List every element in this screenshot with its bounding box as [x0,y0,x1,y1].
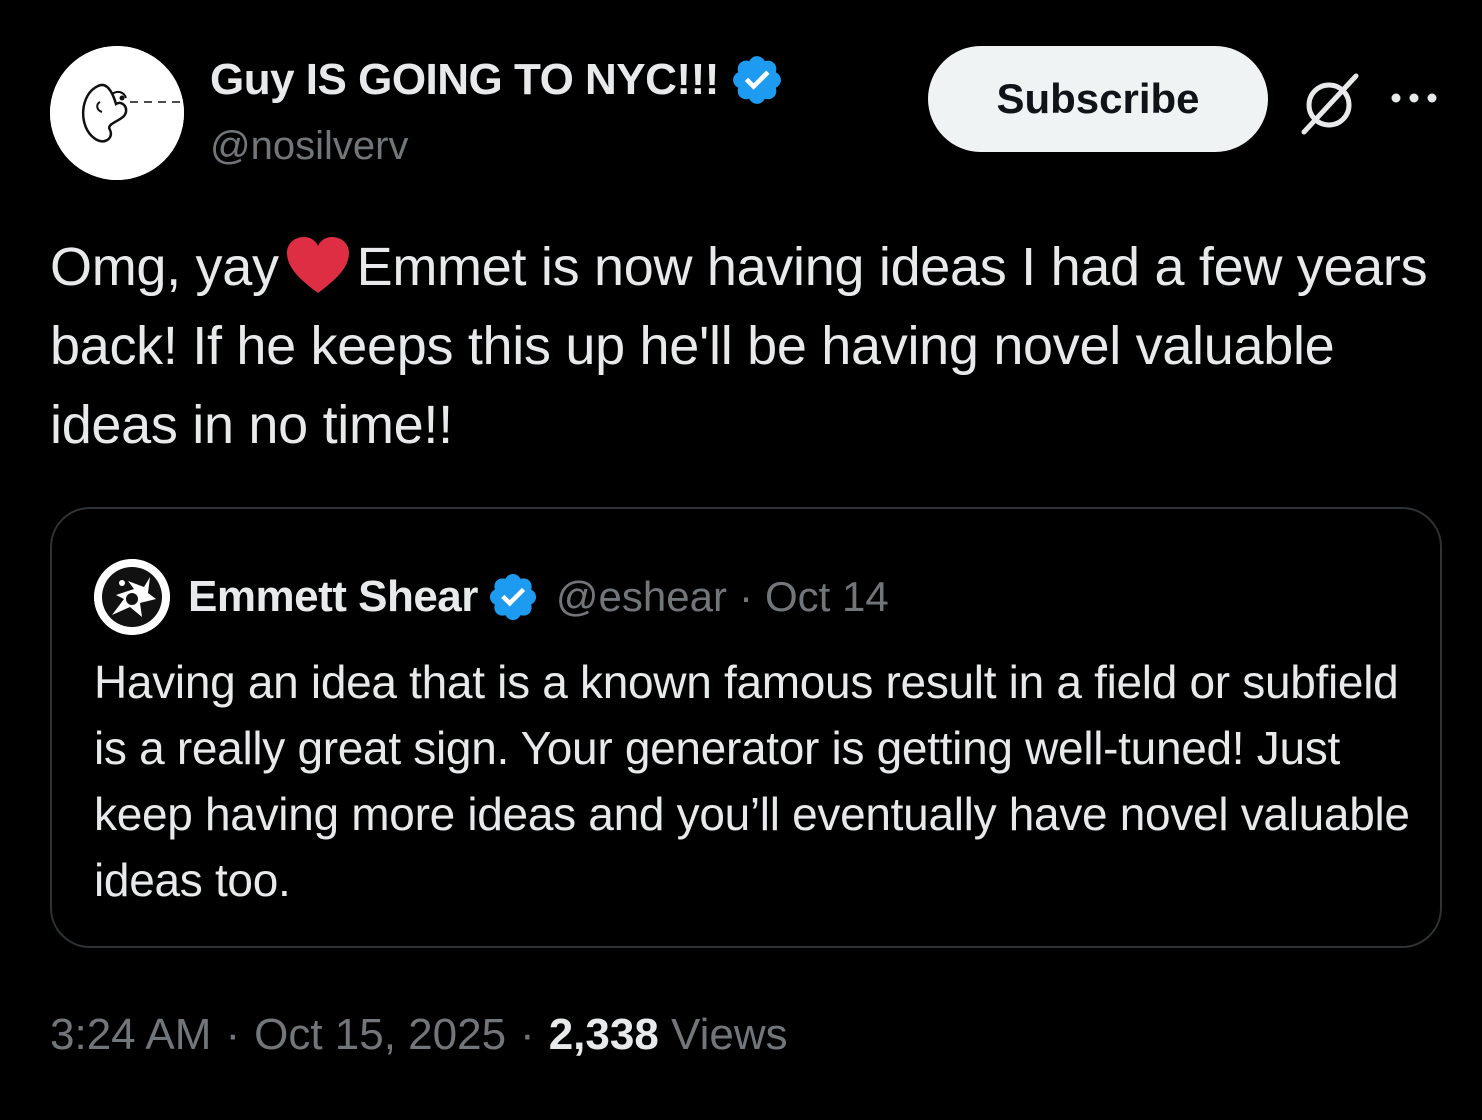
author-avatar[interactable] [50,46,184,180]
author-handle[interactable]: @nosilverv [210,124,408,169]
quoted-author-handle: @eshear [555,573,727,620]
tweet-date[interactable]: Oct 15, 2025 [254,1010,506,1059]
tweet-header: Guy IS GOING TO NYC!!! @nosilverv Subscr… [50,46,1450,182]
doodle-face-icon [50,46,184,180]
verified-badge-icon [489,573,536,621]
quoted-author-name: Emmett Shear [188,572,478,621]
verified-badge-icon[interactable] [729,52,785,108]
separator-dot: · [520,1010,535,1059]
quoted-tweet-date: Oct 14 [764,573,889,620]
views-count: 2,338 [548,1010,659,1059]
tweet-time[interactable]: 3:24 AM [50,1010,211,1059]
separator-dot: · [738,573,753,620]
author-name-row: Guy IS GOING TO NYC!!! [210,52,785,108]
grok-slash-icon[interactable] [1294,68,1364,138]
author-display-name[interactable]: Guy IS GOING TO NYC!!! [210,55,719,105]
quoted-author-avatar [94,559,170,635]
quoted-tweet-card[interactable]: Emmett Shear @eshear · Oct 14 Having an … [50,507,1442,948]
subscribe-button[interactable]: Subscribe [928,46,1268,152]
tweet-body: Omg, yay Emmet is now having ideas I had… [50,228,1440,465]
starburst-avatar-icon [94,559,170,635]
red-heart-emoji-icon [286,237,349,293]
tweet-meta: 3:24 AM · Oct 15, 2025 · 2,338 Views [50,1010,788,1060]
separator-dot: · [225,1010,241,1059]
tweet-text-part-1: Omg, yay [50,237,279,297]
views-label: Views [671,1010,788,1059]
quoted-tweet-header: Emmett Shear @eshear · Oct 14 [94,559,889,635]
more-dots-icon[interactable] [1386,70,1442,126]
quoted-tweet-text: Having an idea that is a known famous re… [94,656,1410,906]
